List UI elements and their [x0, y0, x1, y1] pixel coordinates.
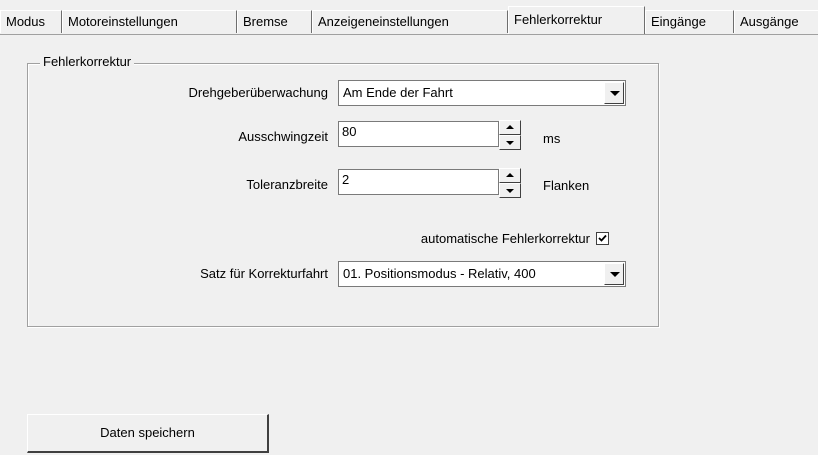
arrow-up-icon	[506, 173, 514, 177]
tolerance-width-decrement-button[interactable]	[499, 183, 521, 198]
tolerance-width-unit: Flanken	[543, 178, 590, 193]
correction-record-value: 01. Positionsmodus - Relativ, 400	[343, 266, 536, 281]
encoder-monitoring-value: Am Ende der Fahrt	[343, 85, 453, 100]
encoder-monitoring-label: Drehgeberüberwachung	[188, 85, 328, 100]
correction-record-label: Satz für Korrekturfahrt	[200, 266, 328, 281]
tab-eingaenge[interactable]: Eingänge	[645, 10, 734, 33]
tab-motoreinstellungen[interactable]: Motoreinstellungen	[62, 10, 237, 33]
tab-fehlerkorrektur[interactable]: Fehlerkorrektur	[508, 6, 645, 34]
auto-correction-checkbox[interactable]	[596, 232, 609, 245]
tab-bremse[interactable]: Bremse	[237, 10, 312, 33]
settling-time-input[interactable]: 80	[338, 121, 499, 147]
settling-time-unit: ms	[543, 131, 561, 146]
settling-time-value: 80	[342, 124, 357, 139]
tab-anzeigeneinstellungen[interactable]: Anzeigeneinstellungen	[312, 10, 508, 33]
settling-time-increment-button[interactable]	[499, 120, 521, 135]
tolerance-width-label: Toleranzbreite	[246, 177, 328, 192]
groupbox-title: Fehlerkorrektur	[40, 54, 135, 70]
tolerance-width-input[interactable]: 2	[338, 169, 499, 195]
encoder-monitoring-dropdown-button[interactable]	[604, 82, 624, 104]
tab-strip: Modus Motoreinstellungen Bremse Anzeigen…	[0, 6, 818, 35]
arrow-up-icon	[506, 125, 514, 129]
save-data-button[interactable]: Daten speichern	[27, 414, 269, 453]
tolerance-width-increment-button[interactable]	[499, 168, 521, 183]
correction-record-dropdown-button[interactable]	[604, 263, 624, 285]
settling-time-label: Ausschwingzeit	[238, 129, 328, 144]
arrow-down-icon	[506, 141, 514, 145]
settling-time-decrement-button[interactable]	[499, 135, 521, 150]
correction-record-select[interactable]: 01. Positionsmodus - Relativ, 400	[338, 261, 626, 287]
tab-modus[interactable]: Modus	[0, 10, 62, 33]
chevron-down-icon	[610, 272, 620, 277]
checkmark-icon	[598, 234, 607, 242]
arrow-down-icon	[506, 189, 514, 193]
tab-ausgaenge[interactable]: Ausgänge	[734, 10, 818, 33]
chevron-down-icon	[610, 91, 620, 96]
tolerance-width-value: 2	[342, 172, 350, 187]
auto-correction-label: automatische Fehlerkorrektur	[420, 231, 590, 246]
encoder-monitoring-select[interactable]: Am Ende der Fahrt	[338, 80, 626, 106]
